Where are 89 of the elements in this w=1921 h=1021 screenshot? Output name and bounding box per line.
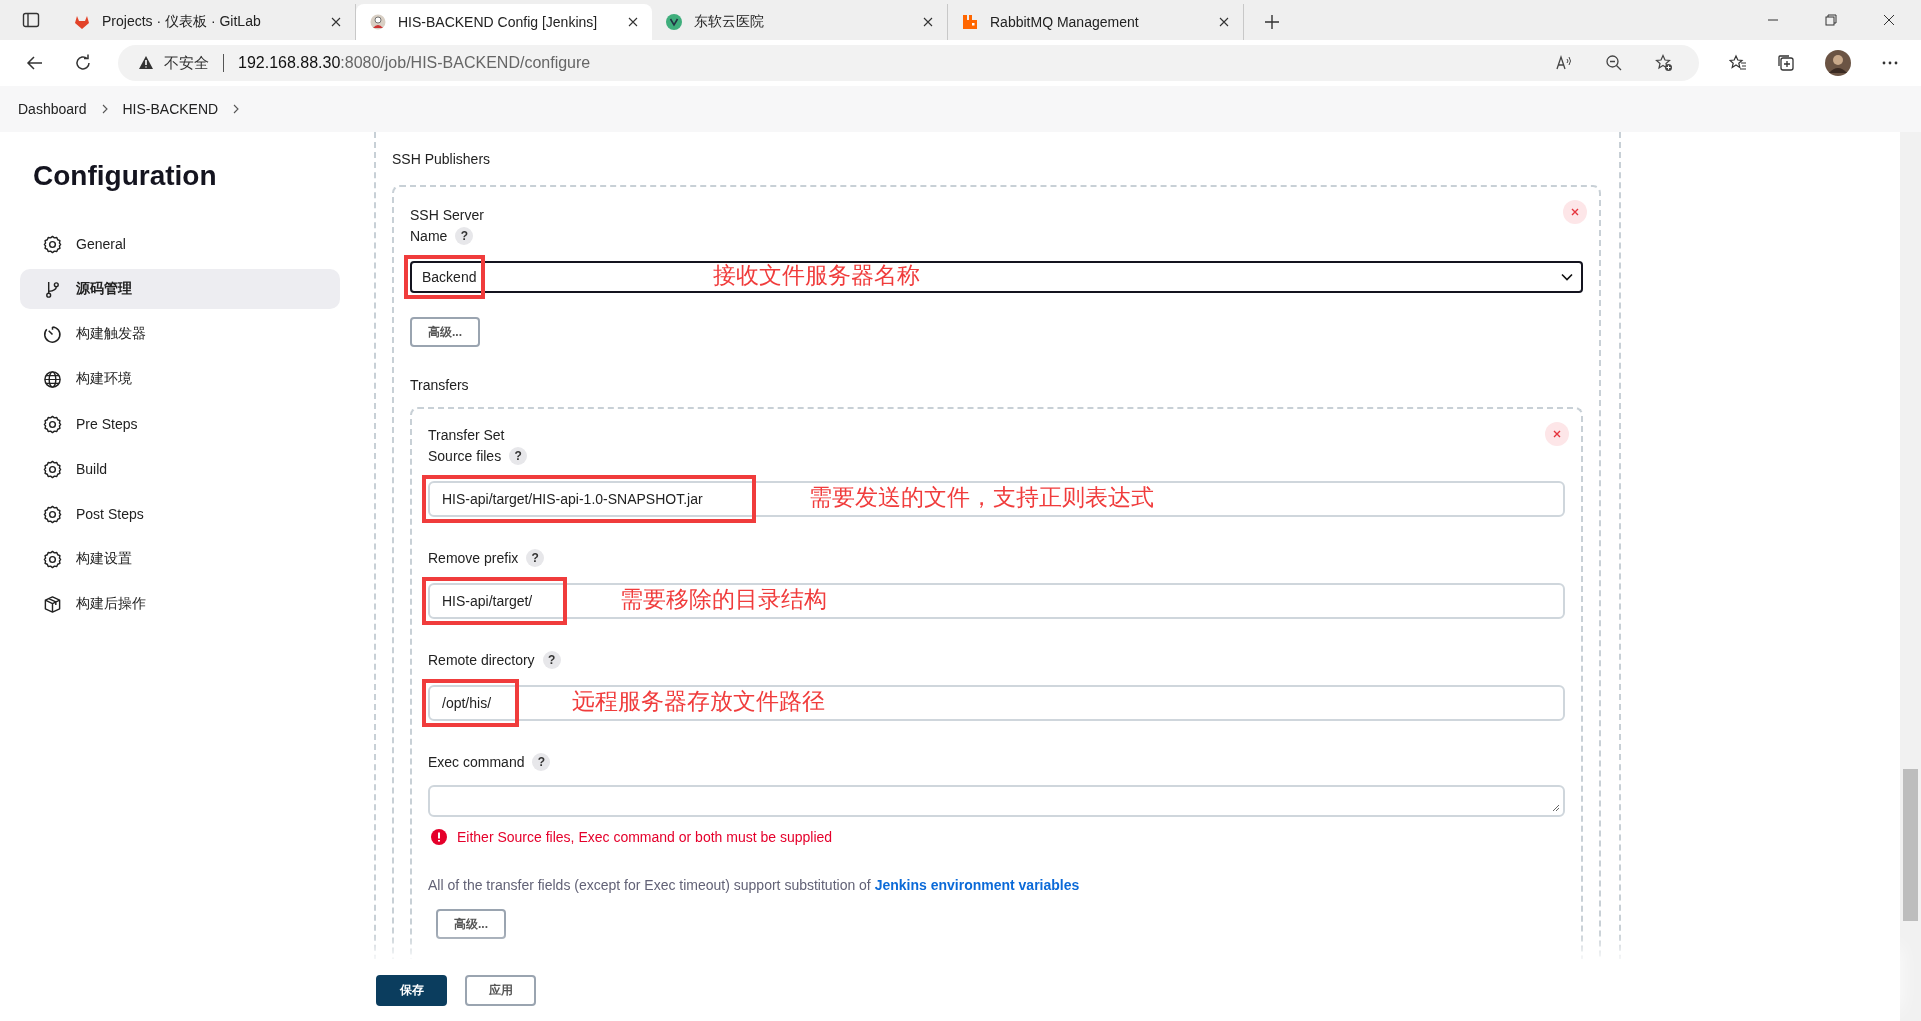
save-button[interactable]: 保存 bbox=[376, 974, 447, 1006]
gear-icon bbox=[43, 234, 62, 254]
input-field[interactable]: /opt/his/ 远程服务器存放文件路径 bbox=[428, 685, 1565, 721]
close-icon[interactable] bbox=[1219, 17, 1229, 27]
globe-icon bbox=[43, 369, 62, 389]
apply-button[interactable]: 应用 bbox=[465, 974, 536, 1006]
sidebar-item[interactable]: 构建环境 bbox=[20, 359, 340, 399]
help-button[interactable]: ? bbox=[455, 227, 474, 245]
error-icon bbox=[431, 829, 447, 845]
person-icon bbox=[370, 14, 386, 30]
warning-icon bbox=[138, 55, 154, 71]
sidebar-item[interactable]: 源码管理 bbox=[20, 269, 340, 309]
collections-icon[interactable] bbox=[1777, 54, 1795, 72]
chevron-right-icon bbox=[232, 104, 241, 114]
remove-icon[interactable] bbox=[1563, 200, 1587, 224]
avatar-icon[interactable] bbox=[1825, 50, 1851, 76]
gear-icon bbox=[43, 549, 62, 569]
gear-icon bbox=[43, 414, 62, 434]
zoom-out-icon[interactable] bbox=[1605, 54, 1623, 72]
back-icon[interactable] bbox=[26, 54, 44, 72]
help-button[interactable]: ? bbox=[542, 651, 561, 669]
field-label: Name bbox=[410, 227, 448, 246]
tab-title: HIS-BACKEND Config [Jenkins] bbox=[398, 14, 599, 30]
help-button[interactable]: ? bbox=[526, 549, 545, 567]
tab-title: RabbitMQ Management bbox=[990, 14, 1140, 30]
annotation-text: 需要移除的目录结构 bbox=[620, 585, 827, 612]
gear-icon bbox=[43, 504, 62, 524]
advanced-button[interactable]: 高级... bbox=[436, 909, 506, 939]
sidebar-item[interactable]: 构建设置 bbox=[20, 539, 340, 579]
card-title: Transfer Set bbox=[428, 426, 505, 445]
field-label: Remove prefix bbox=[428, 549, 519, 568]
tab-title: 东软云医院 bbox=[694, 13, 765, 31]
field-label: Remote directory bbox=[428, 651, 535, 670]
input-field[interactable]: HIS-api/target/ 需要移除的目录结构 bbox=[428, 583, 1565, 619]
input-field[interactable]: HIS-api/target/HIS-api-1.0-SNAPSHOT.jar 需要发送的文件，支持正则表达式 bbox=[428, 481, 1565, 517]
section-label: Transfers bbox=[410, 376, 469, 395]
close-icon[interactable] bbox=[628, 17, 638, 27]
read-aloud-icon[interactable] bbox=[1555, 54, 1573, 72]
sidebar-item[interactable]: General bbox=[20, 224, 340, 264]
page-title: Configuration bbox=[32, 160, 218, 192]
help-text: All of the transfer fields (except for Exec timeout) support substitution of bbox=[428, 877, 871, 893]
scrollbar[interactable] bbox=[1900, 132, 1921, 1021]
gear-icon bbox=[43, 459, 62, 479]
annotation-text: 接收文件服务器名称 bbox=[713, 261, 920, 288]
sidebar-item[interactable]: 构建触发器 bbox=[20, 314, 340, 354]
security-label: 不安全 bbox=[164, 53, 209, 73]
restore-icon[interactable] bbox=[1825, 14, 1837, 26]
close-icon[interactable] bbox=[1883, 14, 1895, 26]
breadcrumb-link[interactable]: Dashboard bbox=[18, 101, 87, 117]
docs-link[interactable]: Jenkins environment variables bbox=[874, 877, 1080, 893]
package-icon bbox=[43, 594, 62, 614]
browser-tab[interactable]: HIS-BACKEND Config [Jenkins] bbox=[356, 4, 652, 40]
textarea-field[interactable] bbox=[428, 785, 1565, 817]
blocks-icon bbox=[962, 14, 978, 30]
fox-icon bbox=[74, 14, 90, 30]
annotation-text: 远程服务器存放文件路径 bbox=[572, 687, 825, 714]
favorites-icon[interactable] bbox=[1729, 54, 1747, 72]
sidebar-item[interactable]: Build bbox=[20, 449, 340, 489]
branch-icon bbox=[43, 279, 62, 299]
sidebar-item[interactable]: 构建后操作 bbox=[20, 584, 340, 624]
close-icon[interactable] bbox=[923, 17, 933, 27]
refresh-icon[interactable] bbox=[74, 54, 92, 72]
help-button[interactable]: ? bbox=[509, 447, 528, 465]
sidebar-item[interactable]: Pre Steps bbox=[20, 404, 340, 444]
timer-icon bbox=[43, 324, 62, 344]
url-text: 192.168.88.30:8080/job/HIS-BACKEND/configure bbox=[238, 54, 591, 72]
breadcrumb-link[interactable]: HIS-BACKEND bbox=[122, 101, 219, 117]
field-label: Source files bbox=[428, 447, 502, 466]
select-field[interactable]: Backend 接收文件服务器名称 bbox=[410, 261, 1583, 293]
annotation-text: 需要发送的文件，支持正则表达式 bbox=[809, 483, 1154, 510]
chevron-right-icon bbox=[100, 104, 109, 114]
caret-icon bbox=[1561, 273, 1573, 281]
sidebar-item[interactable]: Post Steps bbox=[20, 494, 340, 534]
logo-icon bbox=[666, 14, 682, 30]
remove-icon[interactable] bbox=[1545, 422, 1569, 446]
tab-title: Projects · 仪表板 · GitLab bbox=[102, 13, 262, 31]
close-icon[interactable] bbox=[331, 17, 341, 27]
error-message: Either Source files, Exec command or both must be supplied bbox=[457, 829, 833, 845]
field-label: Exec command bbox=[428, 753, 525, 772]
scrollbar-thumb[interactable] bbox=[1903, 769, 1918, 921]
address-bar[interactable]: 不安全 192.168.88.30:8080/job/HIS-BACKEND/configure bbox=[118, 45, 1699, 81]
add-favorite-icon[interactable] bbox=[1655, 54, 1673, 72]
help-button[interactable]: ? bbox=[532, 753, 551, 771]
card-title: SSH Server bbox=[410, 206, 484, 225]
plus-icon[interactable] bbox=[1264, 14, 1280, 30]
tab-actions-icon[interactable] bbox=[22, 11, 40, 29]
advanced-button[interactable]: 高级... bbox=[410, 317, 480, 347]
resize-grip-icon[interactable] bbox=[1552, 804, 1560, 812]
section-title: SSH Publishers bbox=[392, 151, 492, 167]
